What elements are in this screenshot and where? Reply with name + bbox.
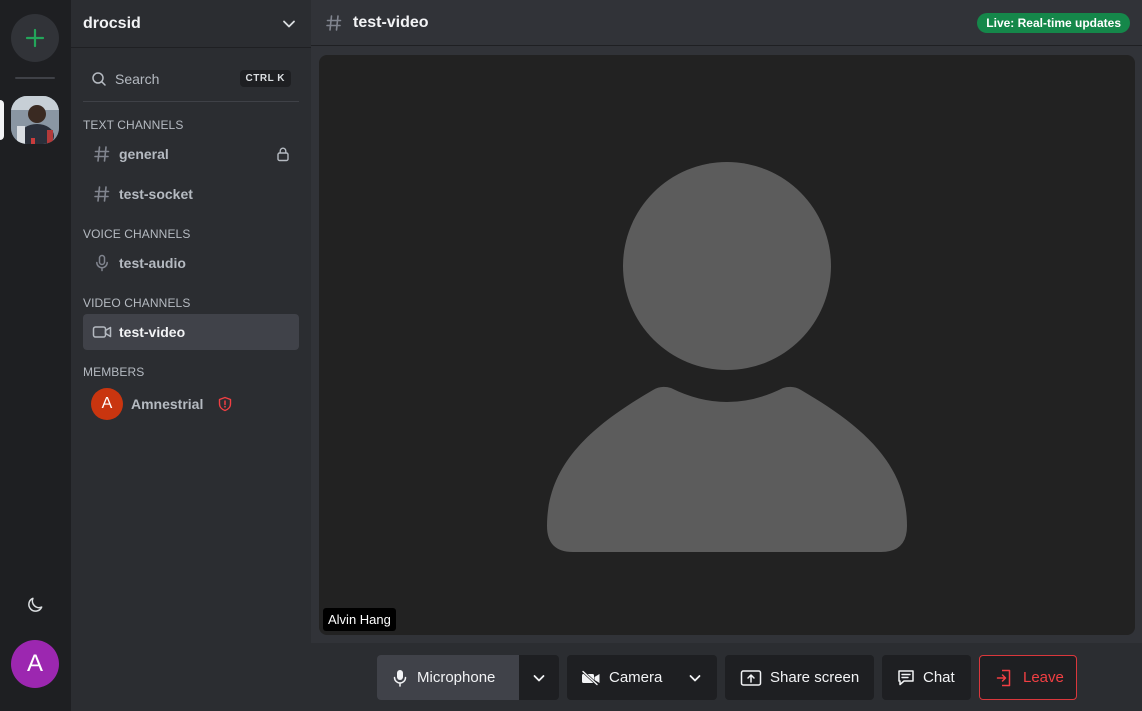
section-title-voice-channels: VOICE CHANNELS [83,227,191,241]
user-avatar[interactable]: A [11,640,59,688]
video-camera-icon [92,326,112,338]
participant-name-tag: Alvin Hang [323,608,396,631]
channel-general[interactable]: general [83,136,299,172]
chat-label: Chat [923,669,955,686]
main-panel: test-video Live: Real-time updates Alvin… [311,0,1142,711]
microphone-label: Microphone [417,669,496,686]
server-image [11,96,59,144]
live-status-badge: Live: Real-time updates [977,12,1130,33]
add-server-button[interactable] [11,14,59,62]
channel-test-socket[interactable]: test-socket [83,176,299,212]
channel-label: general [119,146,169,162]
server-rail: A [0,0,71,711]
leave-label: Leave [1023,669,1064,686]
chat-icon [898,669,914,685]
hash-icon [326,14,342,31]
lock-icon [277,147,289,162]
channel-label: test-socket [119,186,193,202]
leave-button[interactable]: Leave [979,655,1077,700]
channel-label: test-audio [119,255,186,271]
member-name: Amnestrial [131,396,204,412]
app-window: A drocsid Search CTRL K TEXT CHANNELS ge… [0,0,1142,711]
server-icon-drocsid[interactable] [11,96,59,144]
rail-separator [15,77,55,79]
search-shortcut: CTRL K [239,70,291,87]
chat-button[interactable]: Chat [882,655,971,700]
chevron-down-icon [689,674,701,681]
channel-header: test-video Live: Real-time updates [311,0,1142,46]
microphone-icon [393,669,407,687]
channel-label: test-video [119,324,186,340]
share-screen-icon [740,669,762,686]
channel-test-video[interactable]: test-video [83,314,299,350]
camera-off-icon [581,669,600,686]
member-avatar: A [91,388,123,420]
plus-icon [25,28,45,48]
server-name: drocsid [83,14,141,32]
camera-options-button[interactable] [673,655,717,700]
moon-icon [28,597,43,612]
video-tile[interactable]: Alvin Hang [319,55,1135,635]
participant-placeholder-avatar [547,162,907,552]
theme-toggle-button[interactable] [21,591,49,619]
shield-alert-icon [219,396,232,412]
microphone-icon [96,254,108,272]
channel-test-audio[interactable]: test-audio [83,245,299,281]
member-item[interactable]: A Amnestrial [83,384,299,424]
server-header[interactable]: drocsid [71,0,311,48]
hash-icon [94,146,110,162]
channel-sidebar: drocsid Search CTRL K TEXT CHANNELS gene… [71,0,311,711]
share-screen-button[interactable]: Share screen [725,655,874,700]
section-title-video-channels: VIDEO CHANNELS [83,296,191,310]
section-title-text-channels: TEXT CHANNELS [83,118,184,132]
microphone-button[interactable]: Microphone [377,655,519,700]
microphone-options-button[interactable] [519,655,559,700]
camera-label: Camera [609,669,663,686]
search-icon [92,71,106,86]
leave-icon [996,669,1011,686]
search-label: Search [115,70,160,87]
active-server-indicator [0,100,4,140]
search-button[interactable]: Search CTRL K [83,56,299,102]
call-controls-bar: Microphone Camera Share screen Chat Leav… [311,643,1142,711]
chevron-down-icon [283,20,295,27]
chevron-down-icon [533,674,545,681]
hash-icon [94,186,110,202]
camera-button[interactable]: Camera [567,655,673,700]
section-title-members: MEMBERS [83,365,145,379]
share-screen-label: Share screen [770,669,860,686]
channel-title: test-video [353,13,429,31]
